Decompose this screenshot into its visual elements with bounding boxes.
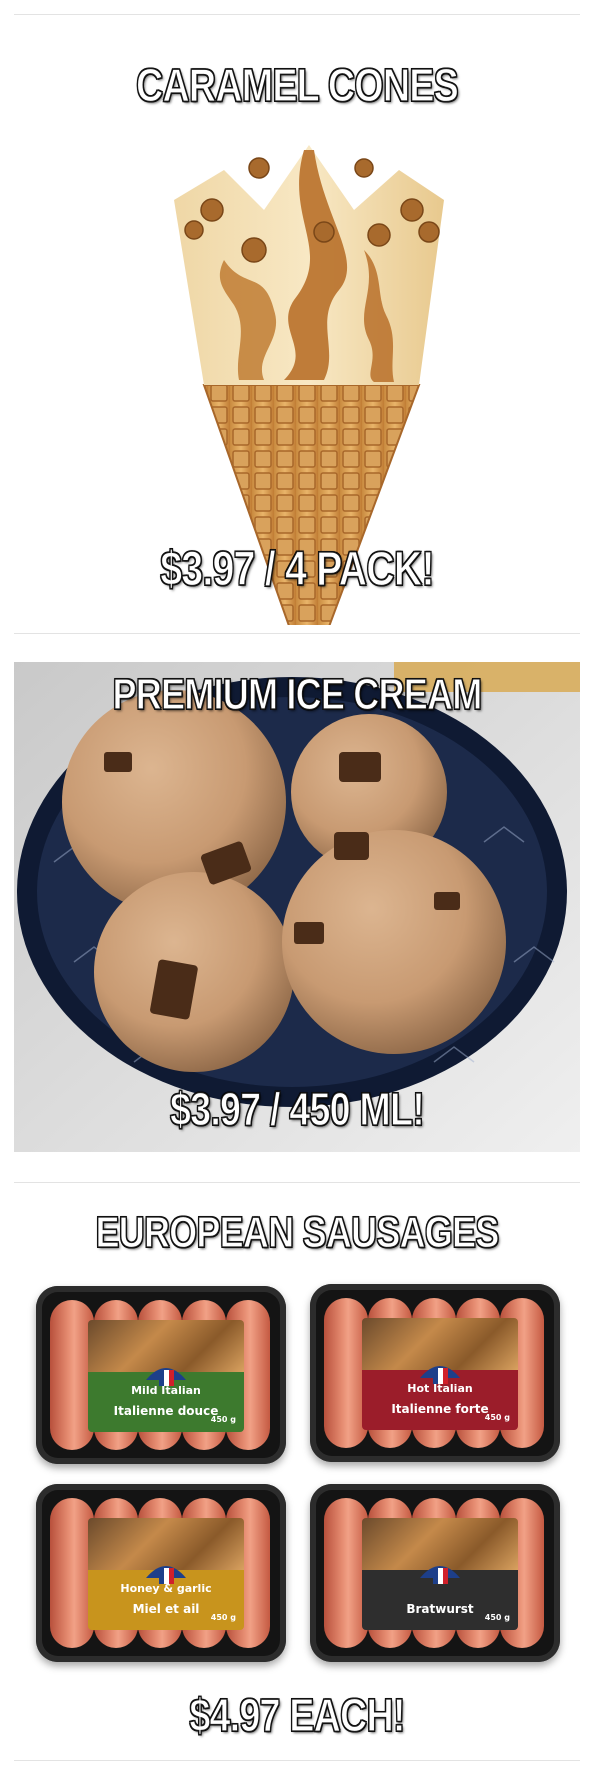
sausage-pack-honey-garlic: Honey & garlic Miel et ail 450 g (36, 1484, 286, 1662)
sausage-pack-bratwurst: Bratwurst 450 g (310, 1484, 560, 1662)
divider-2 (14, 1182, 580, 1183)
sausages-section: EUROPEAN SAUSAGES Mild Italian Italienne… (14, 1190, 580, 1755)
olymel-logo-icon (420, 1566, 460, 1584)
caramel-cones-title: CARAMEL CONES (136, 58, 460, 111)
ice-cream-bowl-image (14, 662, 580, 1152)
sausages-title: EUROPEAN SAUSAGES (95, 1207, 500, 1257)
pack-name-en: Mild Italian (131, 1384, 201, 1397)
pack-label: Bratwurst 450 g (362, 1518, 518, 1630)
pack-weight: 450 g (210, 1613, 236, 1622)
pack-label: Mild Italian Italienne douce 450 g (88, 1320, 244, 1432)
pack-name-en: Hot Italian (407, 1382, 473, 1395)
divider-1 (14, 633, 580, 634)
pack-weight: 450 g (484, 1413, 510, 1422)
sausage-pack-hot-italian: Hot Italian Italienne forte 450 g (310, 1284, 560, 1462)
ice-cream-title: PREMIUM ICE CREAM (112, 669, 483, 719)
ice-cream-price: $3.97 / 450 ML! (170, 1082, 426, 1135)
divider-top (14, 14, 580, 15)
pack-weight: 450 g (484, 1613, 510, 1622)
caramel-cones-section: CARAMEL CONES $3.97 / 4 PACK! (14, 20, 580, 625)
sausage-pack-mild-italian: Mild Italian Italienne douce 450 g (36, 1286, 286, 1464)
pack-label: Honey & garlic Miel et ail 450 g (88, 1518, 244, 1630)
caramel-cones-price: $3.97 / 4 PACK! (160, 542, 435, 596)
pack-label: Hot Italian Italienne forte 450 g (362, 1318, 518, 1430)
sausages-price: $4.97 EACH! (189, 1688, 406, 1741)
pack-name-en: Honey & garlic (120, 1582, 212, 1595)
ice-cream-section: PREMIUM ICE CREAM $3.97 / 450 ML! (14, 662, 580, 1152)
divider-bottom (14, 1760, 580, 1761)
pack-weight: 450 g (210, 1415, 236, 1424)
